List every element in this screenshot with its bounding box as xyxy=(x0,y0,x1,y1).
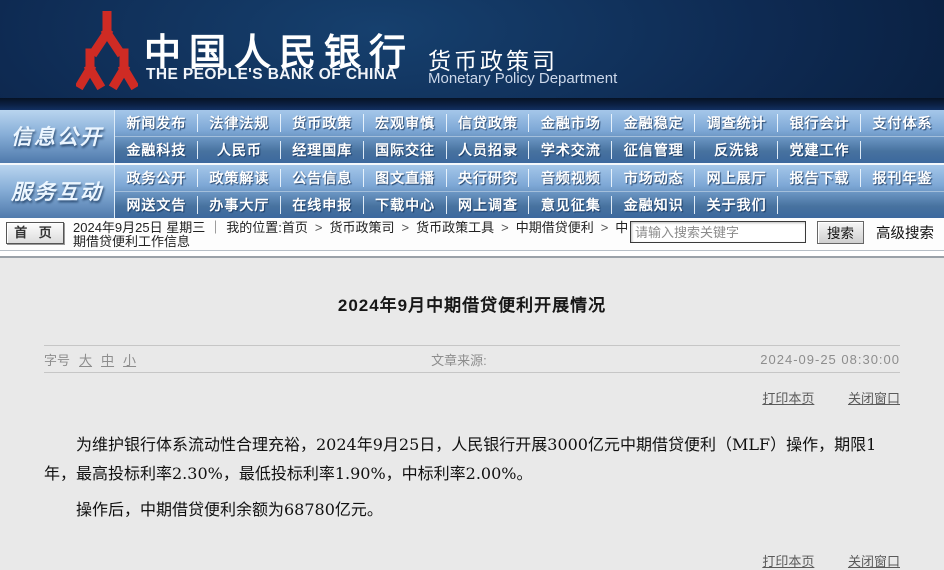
nav-item[interactable]: 征信管理 xyxy=(612,137,695,163)
nav-item[interactable]: 金融知识 xyxy=(612,192,695,218)
nav-item[interactable]: 下载中心 xyxy=(364,192,447,218)
nav-item[interactable]: 宏观审慎 xyxy=(364,110,447,136)
bank-name-en: THE PEOPLE'S BANK OF CHINA xyxy=(146,66,397,84)
source-label: 文章来源: xyxy=(431,350,487,369)
nav-row: 新闻发布法律法规货币政策宏观审慎信贷政策金融市场金融稳定调查统计银行会计支付体系 xyxy=(115,110,944,136)
nav-item[interactable]: 反洗钱 xyxy=(695,137,778,163)
search-button[interactable]: 搜索 xyxy=(817,221,864,244)
main-nav: 信息公开新闻发布法律法规货币政策宏观审慎信贷政策金融市场金融稳定调查统计银行会计… xyxy=(0,110,944,218)
font-size-label: 字号 xyxy=(44,350,70,369)
close-link[interactable]: 关闭窗口 xyxy=(848,554,900,569)
breadcrumb-item[interactable]: 货币政策司 xyxy=(329,220,394,235)
nav-item[interactable]: 法律法规 xyxy=(198,110,281,136)
article-paragraph: 操作后，中期借贷便利余额为68780亿元。 xyxy=(44,495,900,524)
nav-item[interactable]: 人民币 xyxy=(198,137,281,163)
breadcrumb-item[interactable]: 中期借贷便利 xyxy=(516,220,594,235)
nav-item[interactable]: 金融市场 xyxy=(529,110,612,136)
breadcrumb-separator: ｜ xyxy=(205,220,226,235)
breadcrumb-arrow: > xyxy=(394,220,416,235)
nav-tab[interactable]: 服务互动 xyxy=(0,165,115,218)
department-name-en: Monetary Policy Department xyxy=(428,70,617,87)
nav-item[interactable]: 国际交往 xyxy=(364,137,447,163)
article-actions-bottom: 打印本页 关闭窗口 xyxy=(44,551,900,570)
breadcrumb-bar: 首 页 2024年9月25日 星期三｜我的位置:首页>货币政策司>货币政策工具>… xyxy=(0,218,944,251)
nav-item[interactable]: 政策解读 xyxy=(198,165,281,191)
nav-item[interactable]: 报刊年鉴 xyxy=(861,165,944,191)
font-size-option[interactable]: 小 xyxy=(123,353,136,368)
nav-item[interactable]: 货币政策 xyxy=(281,110,364,136)
nav-item-empty xyxy=(861,192,944,218)
breadcrumb-location-home[interactable]: 我的位置:首页 xyxy=(226,220,308,235)
nav-item[interactable]: 调查统计 xyxy=(695,110,778,136)
nav-item[interactable]: 金融稳定 xyxy=(612,110,695,136)
nav-item[interactable]: 人员招录 xyxy=(447,137,530,163)
pboc-logo-icon xyxy=(76,11,138,91)
nav-item[interactable]: 网上调查 xyxy=(447,192,530,218)
nav-item[interactable]: 报告下载 xyxy=(778,165,861,191)
breadcrumb-item[interactable]: 货币政策工具 xyxy=(416,220,494,235)
nav-item[interactable]: 央行研究 xyxy=(447,165,530,191)
nav-item[interactable]: 图文直播 xyxy=(364,165,447,191)
print-link[interactable]: 打印本页 xyxy=(762,554,814,569)
article-body: 为维护银行体系流动性合理充裕，2024年9月25日，人民银行开展3000亿元中期… xyxy=(44,430,900,524)
home-button[interactable]: 首 页 xyxy=(6,222,64,244)
nav-item[interactable]: 学术交流 xyxy=(529,137,612,163)
breadcrumb-arrow: > xyxy=(594,220,616,235)
breadcrumb-arrow: > xyxy=(494,220,516,235)
divider-band xyxy=(0,251,944,258)
breadcrumb-arrow: > xyxy=(308,220,330,235)
nav-rows: 政务公开政策解读公告信息图文直播央行研究音频视频市场动态网上展厅报告下载报刊年鉴… xyxy=(115,165,944,218)
nav-item[interactable]: 网上展厅 xyxy=(695,165,778,191)
nav-block: 服务互动政务公开政策解读公告信息图文直播央行研究音频视频市场动态网上展厅报告下载… xyxy=(0,165,944,218)
print-link[interactable]: 打印本页 xyxy=(762,391,814,406)
article-content: 2024年9月中期借贷便利开展情况 字号 大中小 文章来源: 2024-09-2… xyxy=(0,258,944,570)
nav-row: 政务公开政策解读公告信息图文直播央行研究音频视频市场动态网上展厅报告下载报刊年鉴 xyxy=(115,165,944,191)
nav-item[interactable]: 政务公开 xyxy=(115,165,198,191)
nav-block: 信息公开新闻发布法律法规货币政策宏观审慎信贷政策金融市场金融稳定调查统计银行会计… xyxy=(0,110,944,163)
nav-item[interactable]: 音频视频 xyxy=(529,165,612,191)
nav-item-empty xyxy=(778,192,861,218)
font-size-option[interactable]: 中 xyxy=(101,353,114,368)
nav-item[interactable]: 在线申报 xyxy=(281,192,364,218)
nav-item[interactable]: 办事大厅 xyxy=(198,192,281,218)
nav-row: 金融科技人民币经理国库国际交往人员招录学术交流征信管理反洗钱党建工作 xyxy=(115,136,944,163)
nav-rows: 新闻发布法律法规货币政策宏观审慎信贷政策金融市场金融稳定调查统计银行会计支付体系… xyxy=(115,110,944,163)
advanced-search-link[interactable]: 高级搜索 xyxy=(876,222,934,243)
search-area: 搜索 高级搜索 xyxy=(630,221,938,244)
nav-row: 网送文告办事大厅在线申报下载中心网上调查意见征集金融知识关于我们 xyxy=(115,191,944,218)
pboc-page: 中国人民银行 THE PEOPLE'S BANK OF CHINA 货币政策司 … xyxy=(0,0,944,570)
nav-item[interactable]: 意见征集 xyxy=(529,192,612,218)
site-header: 中国人民银行 THE PEOPLE'S BANK OF CHINA 货币政策司 … xyxy=(0,0,944,98)
nav-item[interactable]: 银行会计 xyxy=(778,110,861,136)
nav-item[interactable]: 经理国库 xyxy=(281,137,364,163)
breadcrumb: 2024年9月25日 星期三｜我的位置:首页>货币政策司>货币政策工具>中期借贷… xyxy=(73,221,630,249)
article-actions-top: 打印本页 关闭窗口 xyxy=(44,388,900,407)
article-title: 2024年9月中期借贷便利开展情况 xyxy=(44,258,900,316)
close-link[interactable]: 关闭窗口 xyxy=(848,391,900,406)
nav-item[interactable]: 党建工作 xyxy=(778,137,861,163)
breadcrumb-date: 2024年9月25日 星期三 xyxy=(73,220,205,235)
nav-item-empty xyxy=(861,137,944,163)
article-datetime: 2024-09-25 08:30:00 xyxy=(760,352,900,367)
search-input[interactable] xyxy=(630,221,806,243)
nav-tab[interactable]: 信息公开 xyxy=(0,110,115,163)
nav-item[interactable]: 网送文告 xyxy=(115,192,198,218)
font-size-control: 字号 大中小 xyxy=(44,350,136,369)
article-paragraph: 为维护银行体系流动性合理充裕，2024年9月25日，人民银行开展3000亿元中期… xyxy=(44,430,900,488)
nav-item[interactable]: 市场动态 xyxy=(612,165,695,191)
nav-item[interactable]: 新闻发布 xyxy=(115,110,198,136)
font-size-option[interactable]: 大 xyxy=(79,353,92,368)
nav-item[interactable]: 支付体系 xyxy=(861,110,944,136)
nav-item[interactable]: 公告信息 xyxy=(281,165,364,191)
nav-item[interactable]: 金融科技 xyxy=(115,137,198,163)
article-meta-row: 字号 大中小 文章来源: 2024-09-25 08:30:00 xyxy=(44,345,900,373)
nav-item[interactable]: 关于我们 xyxy=(695,192,778,218)
nav-item[interactable]: 信贷政策 xyxy=(447,110,530,136)
